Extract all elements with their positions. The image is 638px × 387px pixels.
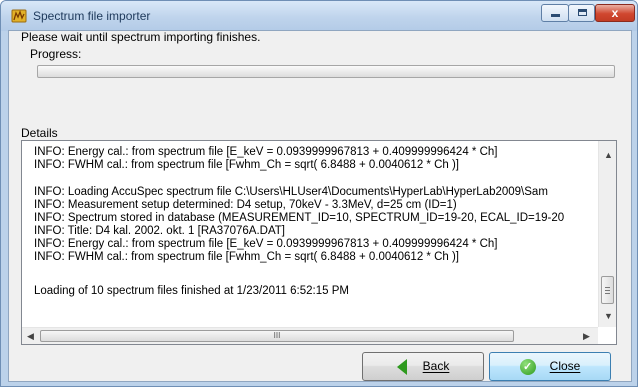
window-close-button[interactable]: x <box>595 4 635 22</box>
log-line: INFO: Spectrum stored in database (MEASU… <box>34 212 565 224</box>
log-text-area[interactable]: INFO: Energy cal.: from spectrum file [E… <box>22 141 582 327</box>
horizontal-scroll-thumb[interactable]: III <box>40 330 514 342</box>
vertical-scroll-thumb[interactable] <box>601 276 614 304</box>
window-title: Spectrum file importer <box>33 9 151 23</box>
details-log[interactable]: INFO: Energy cal.: from spectrum file [E… <box>21 140 617 345</box>
progress-bar <box>37 65 615 78</box>
scroll-down-icon[interactable]: ▼ <box>604 311 613 321</box>
back-button[interactable]: Back <box>362 352 484 381</box>
back-button-label: Back <box>422 359 450 374</box>
log-line: Loading of 10 spectrum files finished at… <box>34 285 349 297</box>
vertical-scrollbar[interactable]: ▲ ▼ <box>598 141 616 327</box>
grip-line <box>605 290 610 291</box>
log-line: INFO: Measurement setup determined: D4 s… <box>34 199 457 211</box>
maximize-icon <box>578 9 587 16</box>
log-line: INFO: Energy cal.: from spectrum file [E… <box>34 238 498 250</box>
close-icon: x <box>611 6 619 20</box>
horizontal-scrollbar[interactable]: ◀ III ▶ <box>22 327 598 344</box>
title-bar[interactable]: Spectrum file importer x <box>1 1 637 31</box>
checkmark-icon: ✓ <box>519 358 536 375</box>
details-label: Details <box>21 126 58 140</box>
scroll-up-icon[interactable]: ▲ <box>604 150 613 160</box>
log-line: INFO: FWHM cal.: from spectrum file [Fwh… <box>34 159 460 171</box>
maximize-button[interactable] <box>568 4 595 22</box>
horizontal-grip: III <box>273 331 281 340</box>
scroll-right-icon[interactable]: ▶ <box>583 331 590 341</box>
grip-line <box>605 287 610 288</box>
hyperlab-app-icon <box>11 9 27 23</box>
close-button[interactable]: ✓ Close <box>489 352 611 381</box>
close-button-label: Close <box>549 359 581 374</box>
grip-line <box>605 293 610 294</box>
log-line: INFO: Energy cal.: from spectrum file [E… <box>34 146 498 158</box>
log-line: INFO: Title: D4 kal. 2002. okt. 1 [RA370… <box>34 225 285 237</box>
minimize-button[interactable] <box>541 4 569 22</box>
back-arrow-icon <box>396 358 407 375</box>
minimize-icon <box>551 14 560 17</box>
wait-message: Please wait until spectrum importing fin… <box>21 30 261 44</box>
progress-label: Progress: <box>30 47 82 61</box>
importer-window: Spectrum file importer x Please wait unt… <box>0 0 638 387</box>
log-line: INFO: Loading AccuSpec spectrum file C:\… <box>34 186 548 198</box>
log-line: INFO: FWHM cal.: from spectrum file [Fwh… <box>34 251 460 263</box>
scroll-left-icon[interactable]: ◀ <box>27 331 34 341</box>
